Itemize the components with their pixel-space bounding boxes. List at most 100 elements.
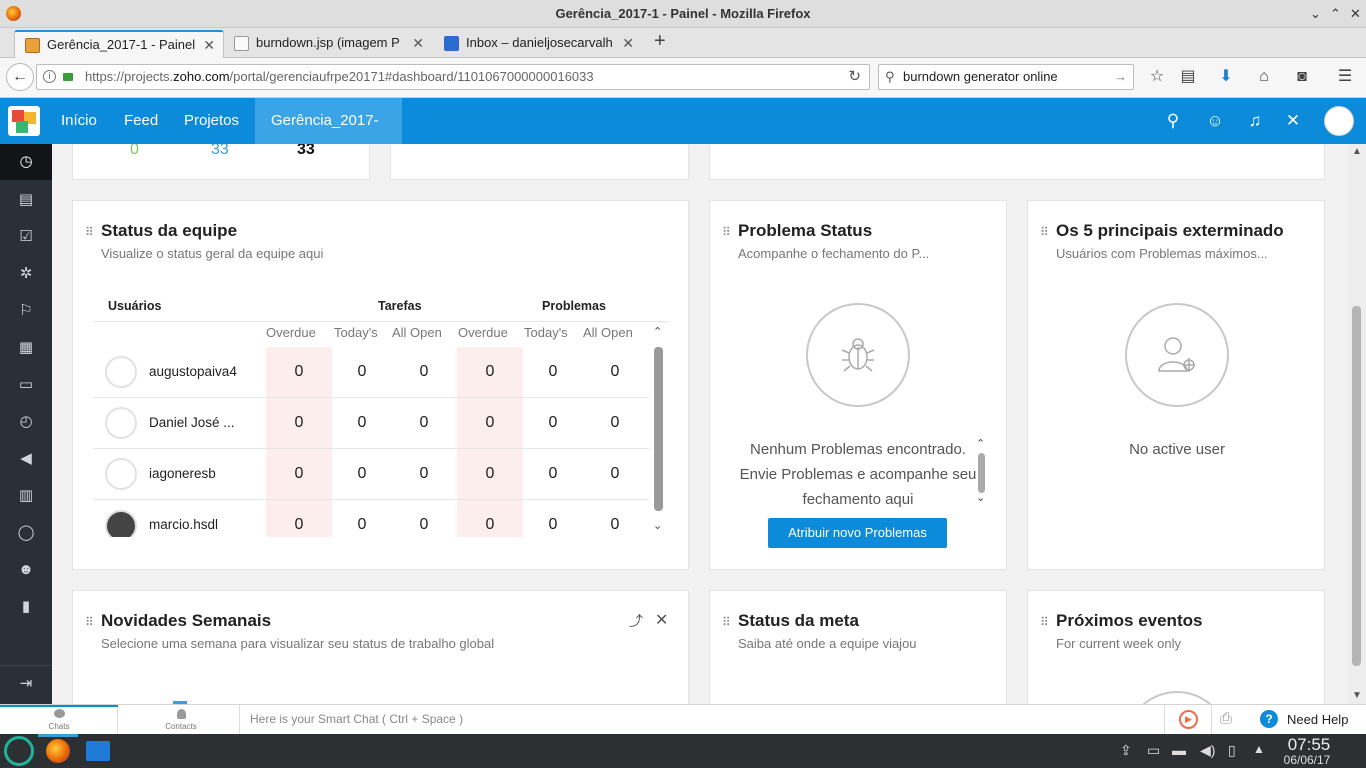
drag-handle-icon[interactable]: ⠿ (85, 225, 94, 239)
value-cell[interactable]: 0 (279, 516, 319, 534)
reader-list-icon[interactable]: ▤ (1176, 65, 1200, 89)
value-cell[interactable]: 0 (470, 516, 510, 534)
new-tab-button[interactable]: + (654, 30, 666, 53)
user-name[interactable]: marcio.hsdl (149, 517, 218, 532)
tools-icon[interactable]: ✕ (1281, 109, 1305, 133)
tab-dashboard[interactable]: Gerência_2017-1 - Painel ✕ (14, 30, 224, 58)
pocket-icon[interactable]: ◙ (1290, 65, 1314, 89)
search-icon[interactable]: ⚲ (1161, 109, 1185, 133)
back-button[interactable]: ← (6, 63, 34, 91)
bell-icon[interactable]: ♫ (1243, 109, 1267, 133)
value-cell[interactable]: 0 (404, 414, 444, 432)
scroll-down-icon[interactable]: ⌄ (976, 491, 985, 504)
tray-arrow-icon[interactable]: ▲ (1253, 742, 1265, 756)
value-cell[interactable]: 0 (595, 465, 635, 483)
milestone-icon[interactable]: ⚐ (0, 293, 52, 329)
page-scroll-down-icon[interactable]: ▼ (1352, 690, 1362, 701)
announcement-icon[interactable]: ◀ (0, 441, 52, 477)
assign-problem-button[interactable]: Atribuir novo Problemas (768, 518, 947, 548)
tab-burndown[interactable]: burndown.jsp (imagem P ✕ (224, 30, 432, 58)
search-go-button[interactable]: → (1114, 65, 1127, 89)
value-cell[interactable]: 0 (279, 465, 319, 483)
users-icon[interactable]: ☺ (1203, 109, 1227, 133)
user-name[interactable]: iagoneresb (149, 466, 216, 481)
close-window-button[interactable]: ✕ (1350, 0, 1361, 27)
zoho-logo-icon[interactable] (8, 106, 40, 136)
minimize-button[interactable]: ⌄ (1310, 0, 1321, 27)
smart-chat-input[interactable]: Here is your Smart Chat ( Ctrl + Space ) (250, 712, 1160, 726)
value-cell[interactable]: 0 (342, 363, 382, 381)
pages-icon[interactable]: ▥ (0, 478, 52, 514)
logout-icon[interactable]: ⇥ (0, 665, 52, 701)
close-tab-icon[interactable]: ✕ (622, 30, 634, 56)
value-cell[interactable]: 0 (404, 465, 444, 483)
start-menu-icon[interactable] (4, 736, 34, 766)
text-scrollbar[interactable] (978, 453, 985, 493)
table-scrollbar[interactable] (654, 347, 663, 511)
documents-icon[interactable]: ▭ (0, 367, 52, 403)
volume-icon[interactable]: ◀) (1200, 742, 1215, 759)
dashboard-icon[interactable]: ◷ (0, 144, 52, 180)
display-icon[interactable]: ▭ (1147, 742, 1160, 759)
menu-icon[interactable]: ☰ (1333, 65, 1357, 89)
chat-icon[interactable]: ◯ (0, 515, 52, 551)
value-cell[interactable]: 0 (533, 516, 573, 534)
drag-handle-icon[interactable]: ⠿ (1040, 225, 1049, 239)
value-cell[interactable]: 0 (470, 363, 510, 381)
calendar-icon[interactable]: ▦ (0, 330, 52, 366)
user-name[interactable]: augustopaiva4 (149, 364, 237, 379)
value-cell[interactable]: 0 (279, 363, 319, 381)
print-icon[interactable]: ⎙ (1220, 710, 1232, 727)
nav-gerencia[interactable]: Gerência_2017-1 (255, 98, 402, 175)
bug-icon[interactable]: ✲ (0, 256, 52, 292)
close-tab-icon[interactable]: ✕ (203, 32, 215, 58)
battery-icon[interactable]: ▬ (1172, 742, 1186, 758)
scroll-up-icon[interactable]: ⌃ (976, 437, 985, 450)
contacts-tab[interactable]: Contacts (122, 705, 240, 734)
value-cell[interactable]: 0 (404, 363, 444, 381)
value-cell[interactable]: 0 (533, 363, 573, 381)
bookmark-star-icon[interactable]: ☆ (1145, 65, 1169, 89)
firefox-taskbar-icon[interactable] (46, 739, 70, 763)
nav-projetos[interactable]: Projetos (174, 98, 249, 144)
tasks-icon[interactable]: ☑ (0, 219, 52, 255)
reports-icon[interactable]: ▮ (0, 589, 52, 625)
value-cell[interactable]: 0 (595, 363, 635, 381)
reload-button[interactable]: ↻ (848, 65, 861, 89)
clock-date[interactable]: 06/06/17 (1272, 753, 1342, 767)
people-icon[interactable]: ☻ (0, 552, 52, 588)
url-bar[interactable]: i https://projects.zoho.com/portal/geren… (36, 64, 870, 90)
value-cell[interactable]: 0 (533, 465, 573, 483)
value-cell[interactable]: 0 (470, 465, 510, 483)
value-cell[interactable]: 0 (470, 414, 510, 432)
maximize-button[interactable]: ⌃ (1330, 0, 1341, 27)
value-cell[interactable]: 0 (533, 414, 573, 432)
files-taskbar-icon[interactable] (86, 741, 110, 761)
drag-handle-icon[interactable]: ⠿ (722, 615, 731, 629)
avatar[interactable] (1324, 106, 1354, 136)
page-scrollbar-thumb[interactable] (1352, 306, 1361, 666)
value-cell[interactable]: 0 (342, 414, 382, 432)
value-cell[interactable]: 0 (342, 465, 382, 483)
drag-handle-icon[interactable]: ⠿ (722, 225, 731, 239)
chats-tab[interactable]: Chats (0, 705, 118, 734)
value-cell[interactable]: 0 (595, 516, 635, 534)
nav-feed[interactable]: Feed (114, 98, 168, 144)
value-cell[interactable]: 0 (279, 414, 319, 432)
close-card-icon[interactable]: ✕ (655, 610, 668, 630)
page-scroll-up-icon[interactable]: ▲ (1352, 146, 1362, 157)
download-icon[interactable]: ⬇ (1214, 65, 1238, 89)
network-icon[interactable]: ⇪ (1120, 742, 1132, 759)
scroll-up-icon[interactable]: ⌃ (653, 325, 662, 338)
search-bar[interactable]: ⚲ burndown generator online → (878, 64, 1134, 90)
feed-icon[interactable]: ▤ (0, 182, 52, 218)
scroll-down-icon[interactable]: ⌄ (653, 519, 662, 532)
value-cell[interactable]: 0 (595, 414, 635, 432)
value-cell[interactable]: 0 (342, 516, 382, 534)
nav-inicio[interactable]: Início (51, 98, 107, 144)
clock-time[interactable]: 07:55 (1278, 735, 1340, 755)
clipboard-icon[interactable]: ▯ (1228, 742, 1236, 759)
media-play-icon[interactable]: ▶ (1164, 705, 1212, 734)
timesheet-icon[interactable]: ◴ (0, 404, 52, 440)
drag-handle-icon[interactable]: ⠿ (85, 615, 94, 629)
